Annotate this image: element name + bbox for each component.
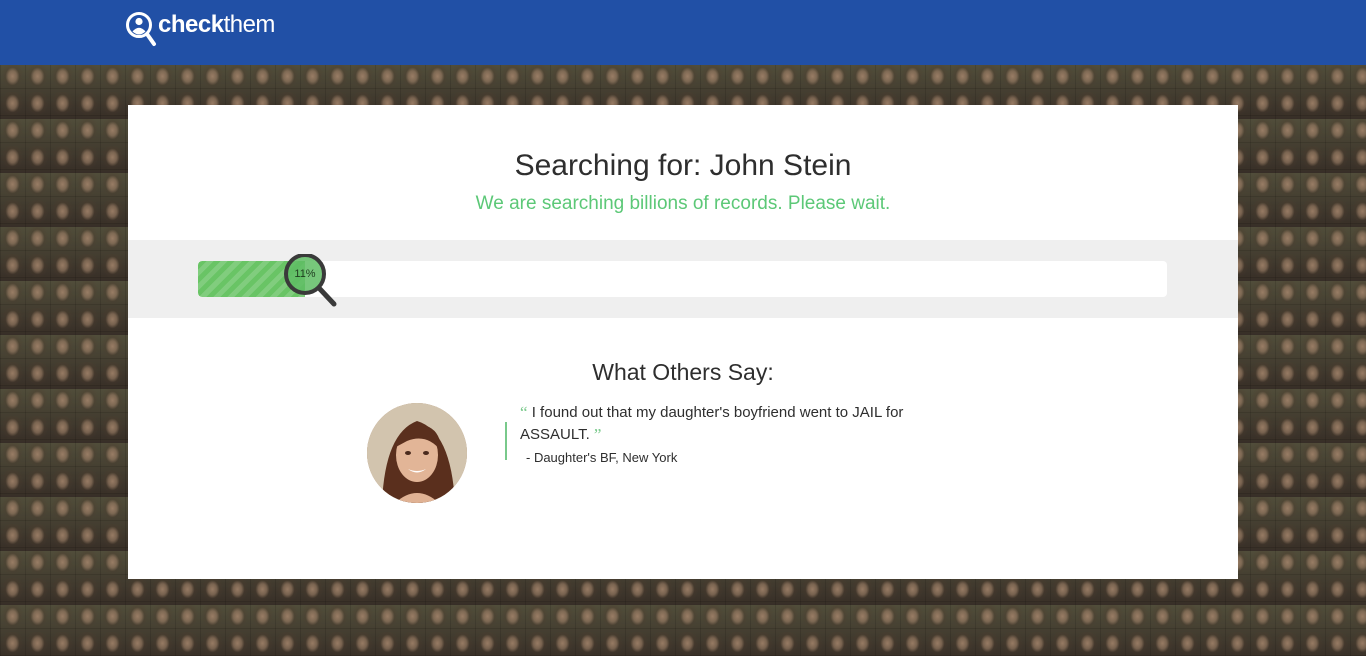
top-header: checkthem [0, 0, 1366, 65]
magnifier-icon: 11% [281, 254, 341, 314]
person-magnifier-icon [126, 12, 156, 46]
open-quote-icon: “ [520, 403, 528, 422]
quote-accent-bar [505, 422, 507, 460]
search-subtitle: We are searching billions of records. Pl… [475, 193, 891, 214]
brand-logo[interactable]: checkthem [125, 11, 275, 51]
search-card: Searching for: John Stein We are searchi… [128, 105, 1238, 579]
close-quote-icon: ” [593, 425, 602, 444]
progress-band: 11% [128, 240, 1238, 318]
brand-wordmark: checkthem [158, 11, 275, 38]
testimonial-author: - Daughter's BF, New York [526, 450, 678, 465]
progress-percent-label: 11% [294, 268, 316, 280]
testimonial-quote-text: I found out that my daughter's boyfriend… [520, 404, 904, 443]
search-title: Searching for: John Stein [514, 149, 852, 182]
testimonial-quote: “ I found out that my daughter's boyfrie… [520, 402, 970, 446]
testimonials-heading: What Others Say: [592, 359, 774, 385]
progress-track [198, 261, 1167, 297]
testimonial-avatar [367, 403, 467, 503]
